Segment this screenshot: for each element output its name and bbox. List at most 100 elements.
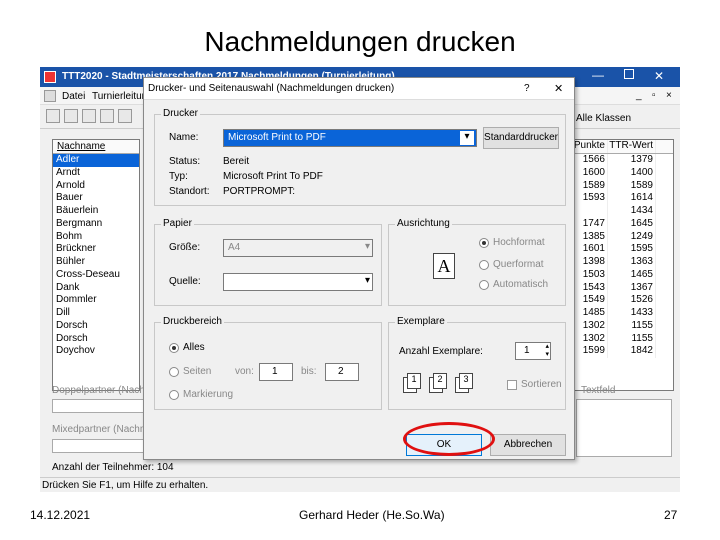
printer-name-select[interactable]: Microsoft Print to PDF ▾	[223, 129, 477, 147]
dialog-close-icon[interactable]: ✕	[554, 82, 563, 95]
app-icon	[44, 71, 56, 83]
name-list-item[interactable]: Brückner	[53, 243, 139, 256]
name-list-item[interactable]: Dommler	[53, 294, 139, 307]
radio-landscape[interactable]	[479, 260, 489, 270]
participants-count: Anzahl der Teilnehmer: 104	[52, 462, 174, 473]
default-printer-button[interactable]: Standarddrucker	[483, 127, 559, 149]
screenshot: TTT2020 - Stadtmeisterschaften 2017 Nach…	[40, 67, 680, 492]
selection-label: Markierung	[183, 389, 234, 400]
preview-icon[interactable]	[64, 109, 78, 123]
name-column-header[interactable]: Nachname	[53, 140, 139, 154]
filter-label: Alle Klassen	[576, 113, 632, 124]
edit-icon[interactable]	[82, 109, 96, 123]
name-list-item[interactable]: Bauer	[53, 192, 139, 205]
grid-row[interactable]: 1589 1589	[572, 179, 673, 193]
status-bar: Drücken Sie F1, um Hilfe zu erhalten.	[40, 477, 680, 492]
info-icon[interactable]	[118, 109, 132, 123]
name-list-item[interactable]: Dorsch	[53, 333, 139, 346]
cancel-button[interactable]: Abbrechen	[490, 434, 566, 456]
textfeld-area[interactable]	[576, 399, 672, 457]
paper-group: Papier Größe: A4 ▾ Quelle: ▾	[154, 218, 382, 306]
stepper-icon[interactable]: ▴ ▾	[545, 343, 549, 359]
from-label: von:	[235, 366, 254, 377]
from-input[interactable]: 1	[259, 363, 293, 381]
grid-row[interactable]: 1601 1595	[572, 243, 673, 256]
name-list-item[interactable]: Arndt	[53, 167, 139, 180]
menu-datei[interactable]: Datei	[62, 91, 85, 102]
radio-pages[interactable]	[169, 367, 179, 377]
grid-row[interactable]: 1543 1367	[572, 281, 673, 295]
grid-cell: 1595	[608, 243, 656, 256]
radio-all[interactable]	[169, 343, 179, 353]
name-list-item[interactable]: Adler	[53, 154, 139, 167]
chevron-down-icon[interactable]: ▾	[460, 131, 474, 145]
name-list-item[interactable]: Cross-Deseau	[53, 269, 139, 282]
name-list-item[interactable]: Dank	[53, 282, 139, 295]
grid-row[interactable]: 1593 1614	[572, 192, 673, 205]
collate-checkbox[interactable]	[507, 380, 517, 390]
name-list-item[interactable]: Dorsch	[53, 320, 139, 333]
close-main-icon[interactable]: ✕	[654, 69, 664, 83]
dialog-help-icon[interactable]: ?	[524, 83, 530, 94]
radio-portrait[interactable]	[479, 238, 489, 248]
grid-row[interactable]: 1747 1645	[572, 217, 673, 231]
score-grid[interactable]: Punkte TTR-Wert 1566 1379 1600 1400 1589 1589…	[571, 139, 674, 391]
grid-header-punkte[interactable]: Punkte	[572, 140, 608, 153]
menu-restore-icon[interactable]: ▫	[652, 90, 656, 101]
paper-size-chevron-icon[interactable]: ▾	[365, 241, 370, 252]
grid-row[interactable]: 1302 1155	[572, 319, 673, 333]
doppelpartner-field[interactable]	[52, 399, 148, 413]
name-list-item[interactable]: Arnold	[53, 180, 139, 193]
grid-row[interactable]: 1503 1465	[572, 268, 673, 282]
delete-icon[interactable]	[100, 109, 114, 123]
grid-cell: 1842	[608, 345, 656, 358]
grid-cell: 1485	[572, 307, 608, 320]
grid-cell: 1503	[572, 268, 608, 282]
grid-row[interactable]: 1599 1842	[572, 345, 673, 358]
grid-cell: 1593	[572, 192, 608, 205]
minimize-icon[interactable]: —	[592, 68, 604, 82]
paper-source-select[interactable]: ▾	[223, 273, 373, 291]
paper-size-select[interactable]: A4 ▾	[223, 239, 373, 257]
grid-cell: 1601	[572, 243, 608, 256]
collate-label: Sortieren	[521, 379, 562, 390]
grid-row[interactable]: 1385 1249	[572, 230, 673, 244]
name-list[interactable]: Nachname Adler Arndt Arnold Bauer Bäuerlein B…	[52, 139, 140, 391]
grid-row[interactable]: 1485 1433	[572, 307, 673, 320]
grid-header-ttr[interactable]: TTR-Wert	[608, 140, 656, 153]
grid-cell: 1434	[608, 205, 656, 218]
grid-row[interactable]: 1566 1379	[572, 154, 673, 167]
grid-row[interactable]: 1600 1400	[572, 166, 673, 180]
copies-count-value: 1	[524, 345, 530, 356]
name-list-item[interactable]: Bühler	[53, 256, 139, 269]
grid-cell: 1589	[572, 179, 608, 193]
maximize-icon[interactable]	[624, 69, 634, 79]
grid-cell: 1363	[608, 256, 656, 269]
radio-selection[interactable]	[169, 390, 179, 400]
to-input[interactable]: 2	[325, 363, 359, 381]
landscape-label: Querformat	[493, 259, 544, 270]
grid-cell: 1589	[608, 179, 656, 193]
menu-min-icon[interactable]: _	[636, 90, 642, 101]
paper-source-chevron-icon[interactable]: ▾	[365, 275, 370, 286]
grid-row[interactable]: 1434	[572, 205, 673, 218]
print-icon[interactable]	[46, 109, 60, 123]
printer-name-value: Microsoft Print to PDF	[228, 132, 326, 143]
name-list-item[interactable]: Bergmann	[53, 218, 139, 231]
name-list-item[interactable]: Doychov	[53, 345, 139, 358]
paper-size-value: A4	[228, 242, 241, 253]
grid-row[interactable]: 1398 1363	[572, 256, 673, 269]
grid-row[interactable]: 1549 1526	[572, 294, 673, 307]
menu-close-icon[interactable]: ×	[666, 90, 672, 101]
radio-automatic[interactable]	[479, 280, 489, 290]
name-list-item[interactable]: Bohm	[53, 231, 139, 244]
grid-cell: 1367	[608, 281, 656, 295]
grid-cell: 1599	[572, 345, 608, 358]
mixedpartner-field[interactable]	[52, 439, 148, 453]
to-value: 2	[338, 366, 344, 377]
name-list-item[interactable]: Bäuerlein	[53, 205, 139, 218]
name-list-item[interactable]: Dill	[53, 307, 139, 320]
grid-cell: 1302	[572, 332, 608, 346]
grid-row[interactable]: 1302 1155	[572, 332, 673, 346]
copies-count-input[interactable]: 1 ▴ ▾	[515, 342, 551, 360]
